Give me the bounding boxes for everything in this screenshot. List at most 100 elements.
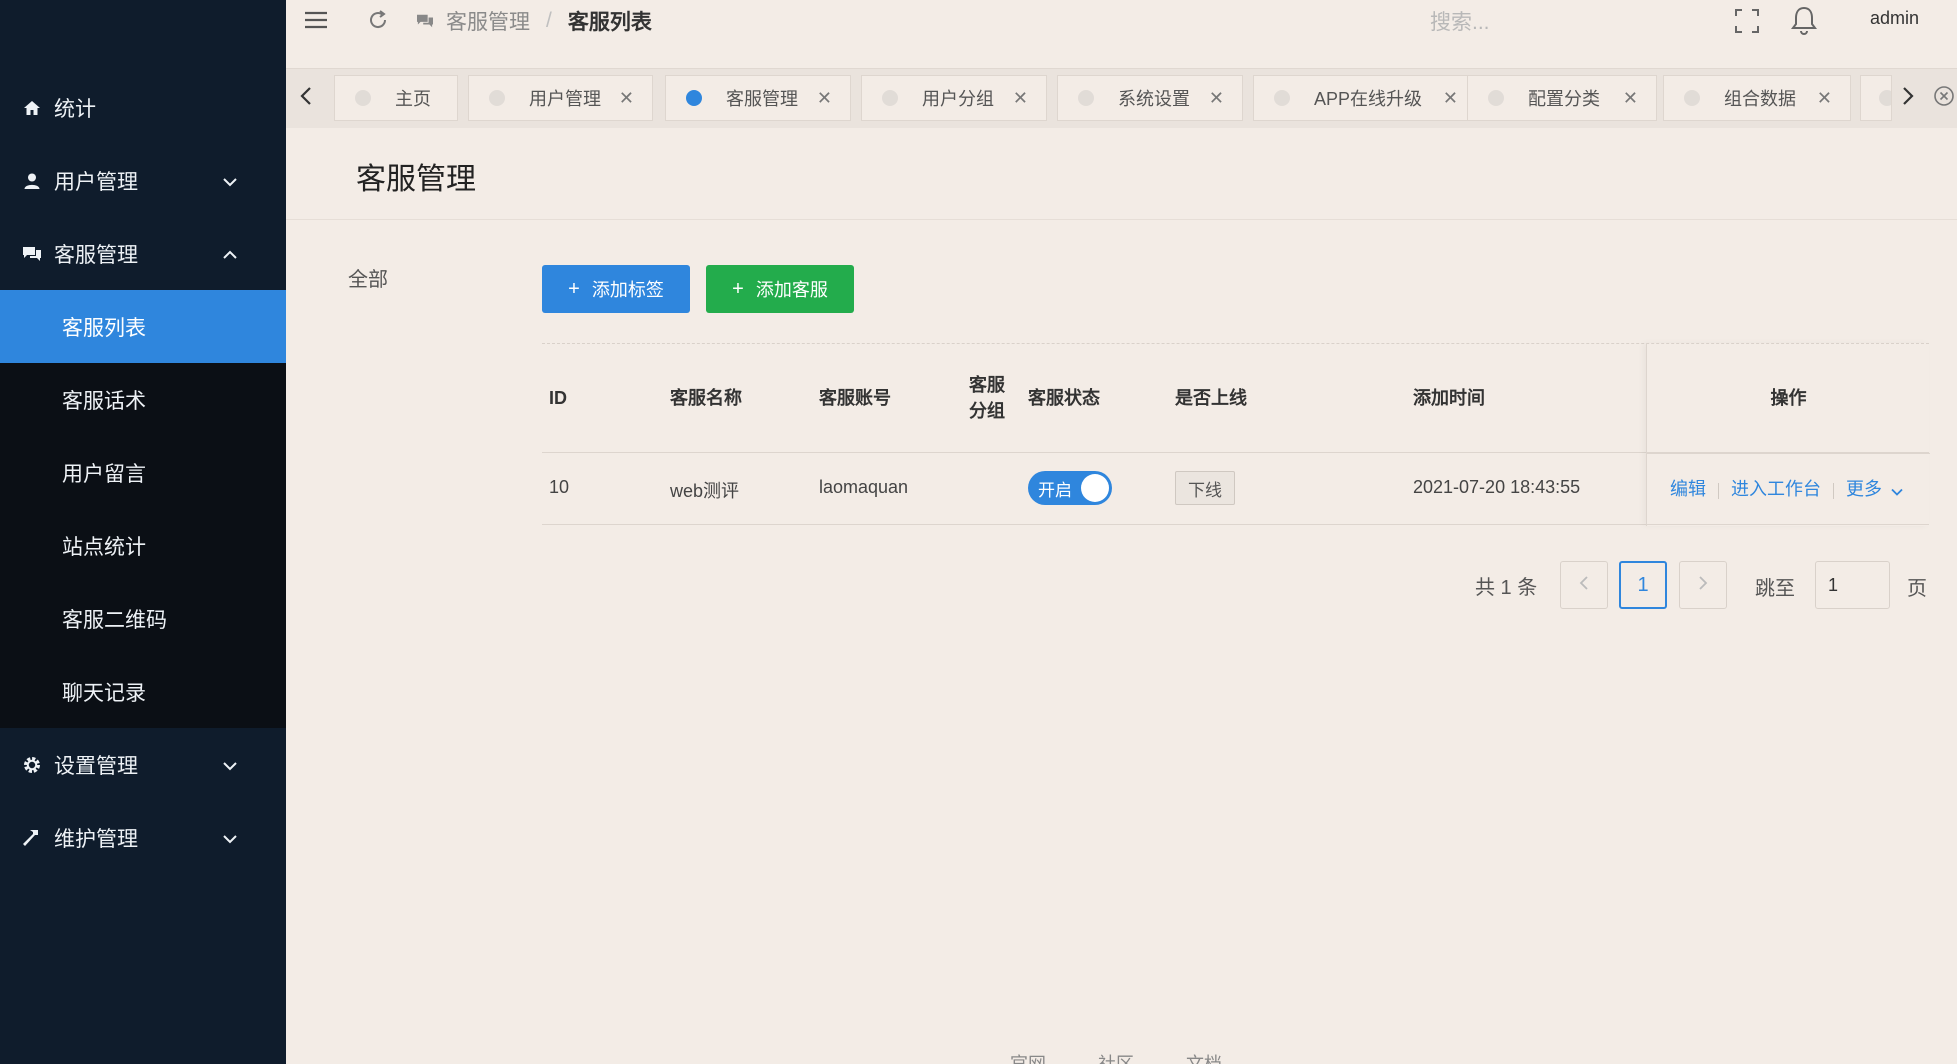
jump-page-input[interactable] <box>1815 561 1890 609</box>
tab-label: APP在线升级 <box>1314 89 1423 109</box>
tab-users[interactable]: 用户管理 ✕ <box>468 75 653 121</box>
sidebar-item-label: 设置管理 <box>54 754 138 778</box>
tabs-scroll-left-button[interactable] <box>286 75 326 121</box>
action-divider <box>1718 482 1719 499</box>
chat-icon <box>22 244 42 264</box>
footer-link-official[interactable]: 官网 <box>1010 1050 1046 1064</box>
page-header: 客服管理 <box>286 128 1957 220</box>
cell-id: 10 <box>549 477 570 497</box>
close-icon[interactable]: ✕ <box>1209 88 1224 109</box>
close-icon[interactable]: ✕ <box>1013 88 1028 109</box>
tabs-close-all-button[interactable] <box>1932 75 1957 121</box>
submenu-item-qrcode[interactable]: 客服二维码 <box>0 582 286 655</box>
search-input[interactable]: 搜索... <box>1430 6 1490 36</box>
chevron-down-icon <box>222 753 238 777</box>
chevron-left-icon <box>1579 575 1589 596</box>
column-header-group-line2[interactable]: 分组 <box>969 399 1005 423</box>
close-icon[interactable]: ✕ <box>817 88 832 109</box>
page-number-button[interactable]: 1 <box>1619 561 1667 609</box>
tab-combo-data[interactable]: 组合数据 ✕ <box>1663 75 1851 121</box>
hammer-icon <box>22 828 42 848</box>
sidebar-item-stats[interactable]: 统计 <box>0 71 286 144</box>
chevron-left-icon <box>300 86 312 111</box>
close-icon[interactable]: ✕ <box>1817 88 1832 109</box>
menu-toggle-icon[interactable] <box>304 10 328 35</box>
footer-link-docs[interactable]: 文档 <box>1186 1050 1222 1064</box>
sidebar-item-users[interactable]: 用户管理 <box>0 144 286 217</box>
submenu-item-site-stats[interactable]: 站点统计 <box>0 509 286 582</box>
column-header-account[interactable]: 客服账号 <box>819 386 891 410</box>
tab-service[interactable]: 客服管理 ✕ <box>665 75 851 121</box>
main-panel: + 添加标签 + 添加客服 ID 客服名称 客服账号 客服 分组 客服状态 是否… <box>519 241 1950 633</box>
breadcrumb-current: 客服列表 <box>567 11 652 34</box>
sidebar-item-settings[interactable]: 设置管理 <box>0 728 286 801</box>
tab-label: 用户管理 <box>529 89 601 109</box>
cell-time: 2021-07-20 18:43:55 <box>1413 477 1581 497</box>
submenu-item-scripts[interactable]: 客服话术 <box>0 363 286 436</box>
column-header-time[interactable]: 添加时间 <box>1413 386 1485 410</box>
prev-page-button[interactable] <box>1560 561 1608 609</box>
column-header-id[interactable]: ID <box>549 386 567 410</box>
breadcrumb-separator: / <box>546 9 552 32</box>
breadcrumb: 客服管理 / 客服列表 <box>416 6 652 36</box>
tab-user-groups[interactable]: 用户分组 ✕ <box>861 75 1047 121</box>
tab-label: 客服管理 <box>726 89 798 109</box>
tab-app-upgrade[interactable]: APP在线升级 ✕ <box>1253 75 1477 121</box>
footer-links: 官网 社区 文档 <box>1010 1050 1222 1064</box>
sidebar-item-service[interactable]: 客服管理 <box>0 217 286 290</box>
tab-config-category[interactable]: 配置分类 ✕ <box>1467 75 1657 121</box>
workbench-link[interactable]: 进入工作台 <box>1731 479 1821 499</box>
bell-icon[interactable] <box>1791 5 1817 40</box>
column-header-name[interactable]: 客服名称 <box>670 386 742 410</box>
column-header-status[interactable]: 客服状态 <box>1028 386 1100 410</box>
refresh-icon[interactable] <box>366 8 390 37</box>
tab-status-dot <box>489 90 505 106</box>
next-page-button[interactable] <box>1679 561 1727 609</box>
close-icon[interactable]: ✕ <box>1623 88 1638 109</box>
online-status-badge: 下线 <box>1175 471 1235 505</box>
sidebar-menu: 统计 用户管理 客服管理 客服列表 客服话术 用户留言 站点统计 客服二维码 聊… <box>0 71 286 874</box>
breadcrumb-parent[interactable]: 客服管理 <box>446 6 530 36</box>
tab-home[interactable]: 主页 <box>334 75 458 121</box>
status-toggle[interactable]: 开启 <box>1028 471 1112 505</box>
footer-link-community[interactable]: 社区 <box>1098 1050 1134 1064</box>
status-toggle-label: 开启 <box>1038 480 1072 500</box>
chevron-up-icon <box>222 242 238 266</box>
close-icon[interactable]: ✕ <box>1443 88 1458 109</box>
add-tag-button[interactable]: + 添加标签 <box>542 265 690 313</box>
add-staff-label: 添加客服 <box>755 280 828 300</box>
group-item-all[interactable]: 全部 <box>348 263 388 292</box>
tab-status-dot <box>686 90 702 106</box>
submenu-item-chat-history[interactable]: 聊天记录 <box>0 655 286 728</box>
sidebar-item-label: 维护管理 <box>54 827 138 851</box>
sidebar-item-label: 统计 <box>54 97 96 121</box>
column-header-online[interactable]: 是否上线 <box>1175 386 1247 410</box>
tab-label: 主页 <box>395 89 431 109</box>
tab-label: 系统设置 <box>1118 89 1190 109</box>
tab-status-dot <box>1488 90 1504 106</box>
tabs-bar: 主页 用户管理 ✕ 客服管理 ✕ 用户分组 ✕ 系统设置 ✕ APP在线升级 ✕… <box>286 68 1957 128</box>
submenu-item-messages[interactable]: 用户留言 <box>0 436 286 509</box>
user-menu[interactable]: admin <box>1870 8 1919 29</box>
more-dropdown[interactable]: 更多 <box>1846 479 1903 499</box>
column-header-group-line1[interactable]: 客服 <box>969 373 1005 397</box>
plus-icon: + <box>568 277 580 300</box>
close-circle-icon <box>1932 84 1956 113</box>
fullscreen-icon[interactable] <box>1734 8 1760 39</box>
submenu-item-staff-list[interactable]: 客服列表 <box>0 290 286 363</box>
add-staff-button[interactable]: + 添加客服 <box>706 265 854 313</box>
plus-icon: + <box>732 277 744 300</box>
row-actions: 编辑 进入工作台 更多 <box>1670 475 1903 501</box>
close-icon[interactable]: ✕ <box>619 88 634 109</box>
tab-system-settings[interactable]: 系统设置 ✕ <box>1057 75 1243 121</box>
sidebar-item-maintenance[interactable]: 维护管理 <box>0 801 286 874</box>
toggle-knob <box>1081 474 1109 502</box>
edit-link[interactable]: 编辑 <box>1670 479 1706 499</box>
add-tag-label: 添加标签 <box>591 280 664 300</box>
tabs-scroll-right-button[interactable] <box>1888 75 1928 121</box>
tab-label: 配置分类 <box>1528 89 1600 109</box>
tab-status-dot <box>882 90 898 106</box>
ops-divider <box>1647 453 1930 454</box>
jump-label: 跳至 <box>1755 578 1795 600</box>
home-icon <box>22 98 42 118</box>
